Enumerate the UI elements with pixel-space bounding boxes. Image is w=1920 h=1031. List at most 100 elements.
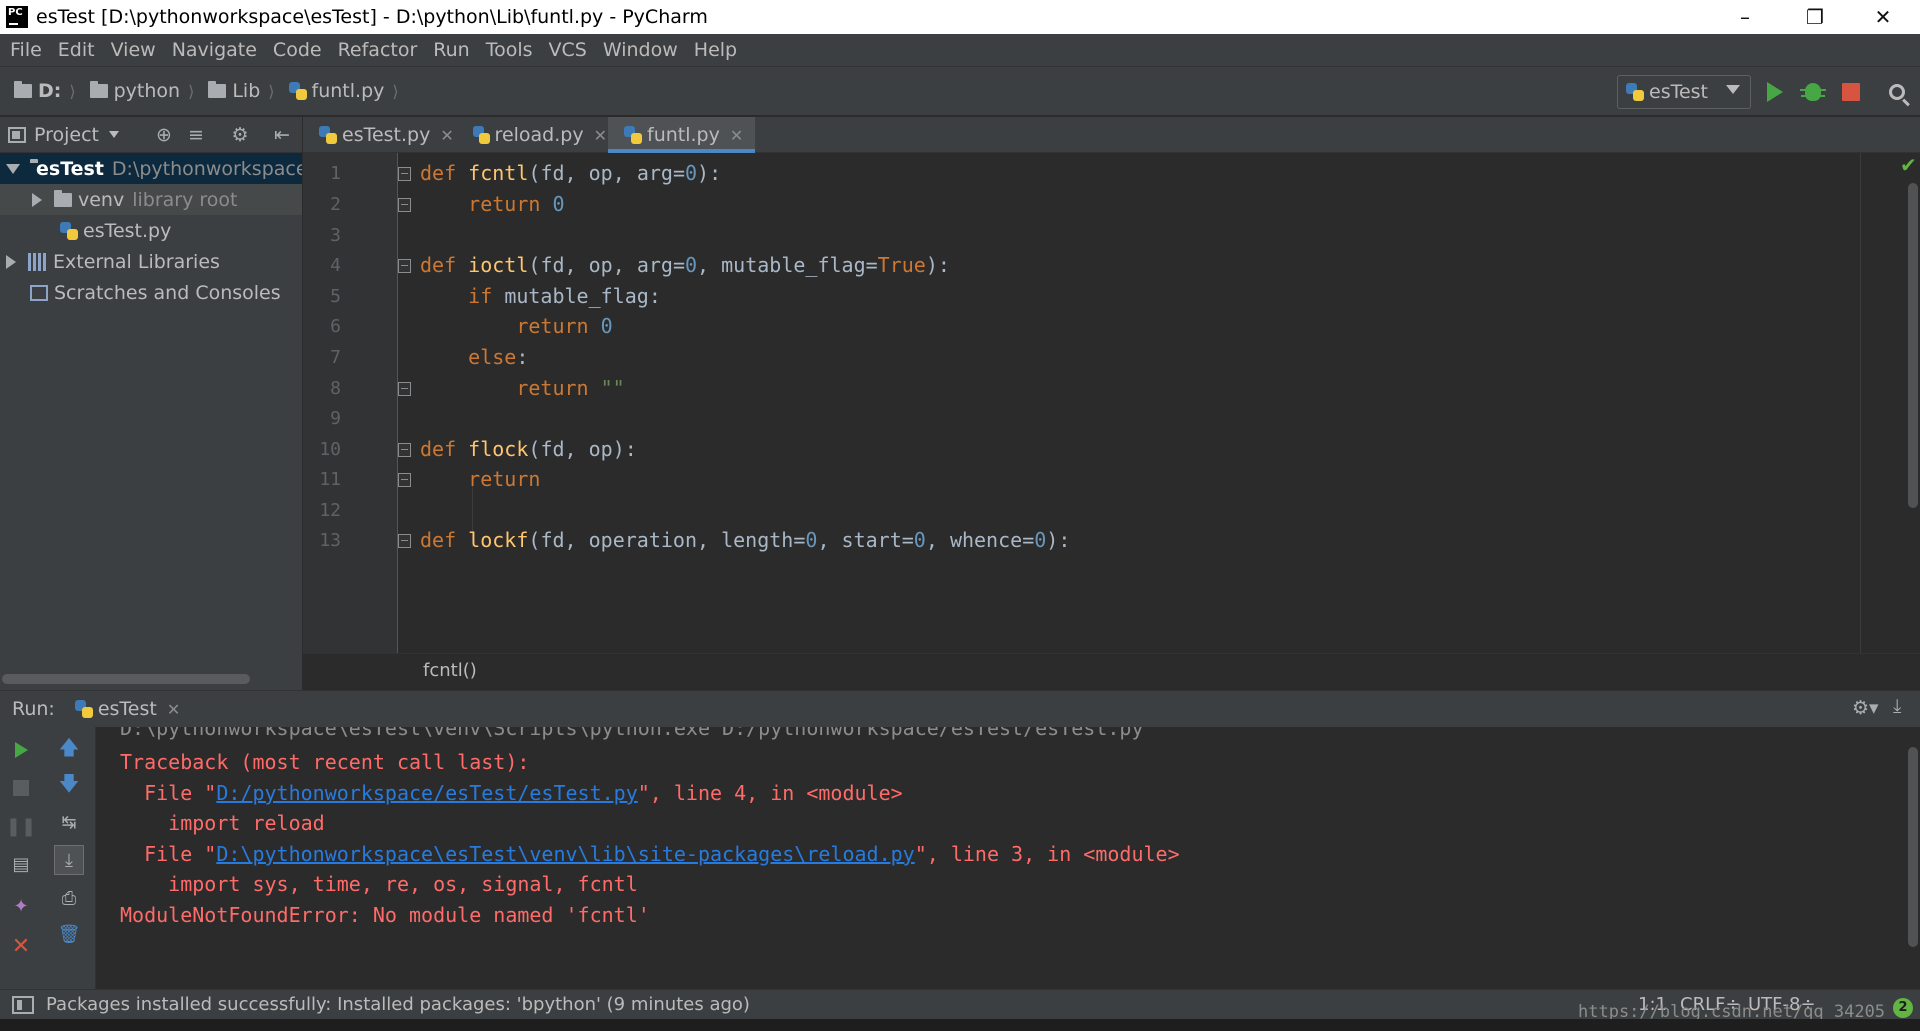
- editor-vertical-scrollbar[interactable]: [1908, 183, 1918, 508]
- menu-vcs[interactable]: VCS: [541, 39, 595, 61]
- stop-button[interactable]: [1838, 79, 1864, 105]
- console-text: ", line 4, in <module>: [637, 781, 903, 805]
- line-number: 2: [330, 194, 341, 215]
- rerun-button[interactable]: [6, 735, 36, 765]
- hide-panel-icon[interactable]: ⤓: [1893, 695, 1901, 717]
- function-breadcrumb[interactable]: fcntl(): [423, 660, 477, 681]
- menu-refactor[interactable]: Refactor: [330, 39, 426, 61]
- breadcrumb-drive[interactable]: D: ⟩: [14, 80, 76, 102]
- menu-help[interactable]: Help: [686, 39, 745, 61]
- locate-file-icon[interactable]: ⊕: [154, 125, 174, 145]
- scroll-to-end-button[interactable]: ⤓: [54, 845, 84, 875]
- run-configuration-select[interactable]: esTest: [1617, 75, 1751, 109]
- python-config-icon: [74, 700, 93, 718]
- fold-marker-icon[interactable]: [398, 534, 411, 548]
- run-button[interactable]: [1762, 79, 1788, 105]
- expand-arrow-icon[interactable]: [6, 163, 20, 174]
- code-token: fd: [540, 253, 565, 277]
- code-token: ,: [612, 253, 625, 277]
- code-token: ,: [564, 528, 577, 552]
- close-tab-icon[interactable]: ✕: [730, 126, 743, 145]
- tree-item-external-libraries[interactable]: External Libraries: [0, 246, 302, 277]
- debug-button[interactable]: [1800, 79, 1826, 105]
- close-tab-icon[interactable]: ✕: [167, 700, 180, 719]
- taskbar-strip: [0, 1019, 1920, 1031]
- code-token: ,: [564, 161, 577, 185]
- code-token: operation: [588, 528, 697, 552]
- fold-marker-icon[interactable]: [398, 473, 411, 487]
- dump-threads-button[interactable]: ▤: [6, 849, 36, 879]
- collapse-arrow-icon[interactable]: [32, 192, 42, 207]
- breadcrumb-file[interactable]: funtl.py ⟩: [288, 80, 399, 102]
- code-token: whence: [949, 528, 1023, 552]
- python-file-icon: [624, 126, 642, 144]
- scroll-to-end-icon: ⤓: [65, 849, 73, 871]
- code-token: 0: [600, 314, 613, 338]
- code-editor[interactable]: ✔ 1 2 3 4 5 6 7 8 9 10 11 12 13 def fcnt…: [303, 153, 1920, 653]
- gear-icon[interactable]: ⚙: [230, 125, 250, 145]
- run-console[interactable]: D:\pythonworkspace\esTest\venv\Scripts\p…: [96, 727, 1920, 989]
- menu-file[interactable]: File: [2, 39, 50, 61]
- collapse-all-icon[interactable]: ≡: [186, 125, 206, 145]
- close-icon[interactable]: ✕: [1848, 0, 1918, 34]
- pin-tab-button[interactable]: ✦: [6, 891, 36, 921]
- status-message[interactable]: Packages installed successfully: Install…: [46, 994, 750, 1015]
- fold-marker-icon[interactable]: [398, 382, 411, 396]
- menu-window[interactable]: Window: [595, 39, 686, 61]
- project-icon: [8, 126, 26, 143]
- menu-code[interactable]: Code: [265, 39, 330, 61]
- code-token: =: [672, 253, 685, 277]
- close-tab-icon[interactable]: ✕: [440, 126, 453, 145]
- fold-marker-icon[interactable]: [398, 198, 411, 212]
- file-link[interactable]: D:\pythonworkspace\esTest\venv\lib\site-…: [216, 842, 914, 866]
- tab-reload-py[interactable]: reload.py ✕: [457, 117, 607, 153]
- file-link[interactable]: D:/pythonworkspace/esTest/esTest.py: [216, 781, 637, 805]
- fold-marker-icon[interactable]: [398, 259, 411, 273]
- menu-view[interactable]: View: [103, 39, 164, 61]
- fold-marker-icon[interactable]: [398, 443, 411, 457]
- run-tab-estest[interactable]: esTest ✕: [74, 698, 180, 720]
- console-vertical-scrollbar[interactable]: [1908, 747, 1918, 947]
- breadcrumb-python[interactable]: python ⟩: [89, 80, 194, 102]
- close-run-button[interactable]: ✕: [6, 931, 36, 961]
- up-stack-button[interactable]: 🡅: [54, 735, 84, 765]
- collapse-arrow-icon[interactable]: [6, 254, 16, 269]
- python-config-icon: [1626, 83, 1644, 101]
- menu-edit[interactable]: Edit: [50, 39, 103, 61]
- print-button[interactable]: ⎙: [54, 883, 84, 913]
- search-everywhere-button[interactable]: [1884, 79, 1910, 105]
- stop-button[interactable]: [6, 773, 36, 803]
- project-view-selector[interactable]: Project: [8, 124, 120, 146]
- menu-tools[interactable]: Tools: [478, 39, 541, 61]
- close-tab-icon[interactable]: ✕: [594, 126, 607, 145]
- hide-panel-icon[interactable]: ⇤: [272, 125, 292, 145]
- tree-item-venv[interactable]: venv library root: [0, 184, 302, 215]
- fold-marker-icon[interactable]: [398, 167, 411, 181]
- down-stack-button[interactable]: 🡇: [54, 771, 84, 801]
- tree-item-estest-py[interactable]: esTest.py: [0, 215, 302, 246]
- menu-run[interactable]: Run: [425, 39, 477, 61]
- tab-funtl-py[interactable]: funtl.py ✕: [608, 117, 755, 153]
- tool-windows-icon[interactable]: [12, 996, 34, 1014]
- project-horizontal-scrollbar[interactable]: [2, 674, 250, 684]
- gear-icon[interactable]: ⚙▾: [1852, 697, 1879, 719]
- clear-all-button[interactable]: 🗑: [54, 919, 84, 949]
- notifications-badge[interactable]: 2: [1893, 998, 1913, 1018]
- tree-item-scratches[interactable]: Scratches and Consoles: [0, 277, 302, 308]
- code-token: fd: [540, 161, 565, 185]
- restore-icon[interactable]: ❐: [1780, 0, 1850, 34]
- breadcrumb-lib[interactable]: Lib ⟩: [208, 80, 275, 102]
- menu-navigate[interactable]: Navigate: [164, 39, 265, 61]
- code-token: op: [588, 437, 613, 461]
- minimize-icon[interactable]: –: [1710, 0, 1780, 34]
- code-line: return 0: [420, 314, 613, 338]
- soft-wrap-button[interactable]: ↹: [54, 807, 84, 837]
- tab-estest-py[interactable]: esTest.py ✕: [303, 117, 457, 153]
- tree-item-estest[interactable]: esTest D:\pythonworkspace: [0, 153, 302, 184]
- code-token: ,: [564, 437, 577, 461]
- pause-button[interactable]: ❚❚: [6, 811, 36, 841]
